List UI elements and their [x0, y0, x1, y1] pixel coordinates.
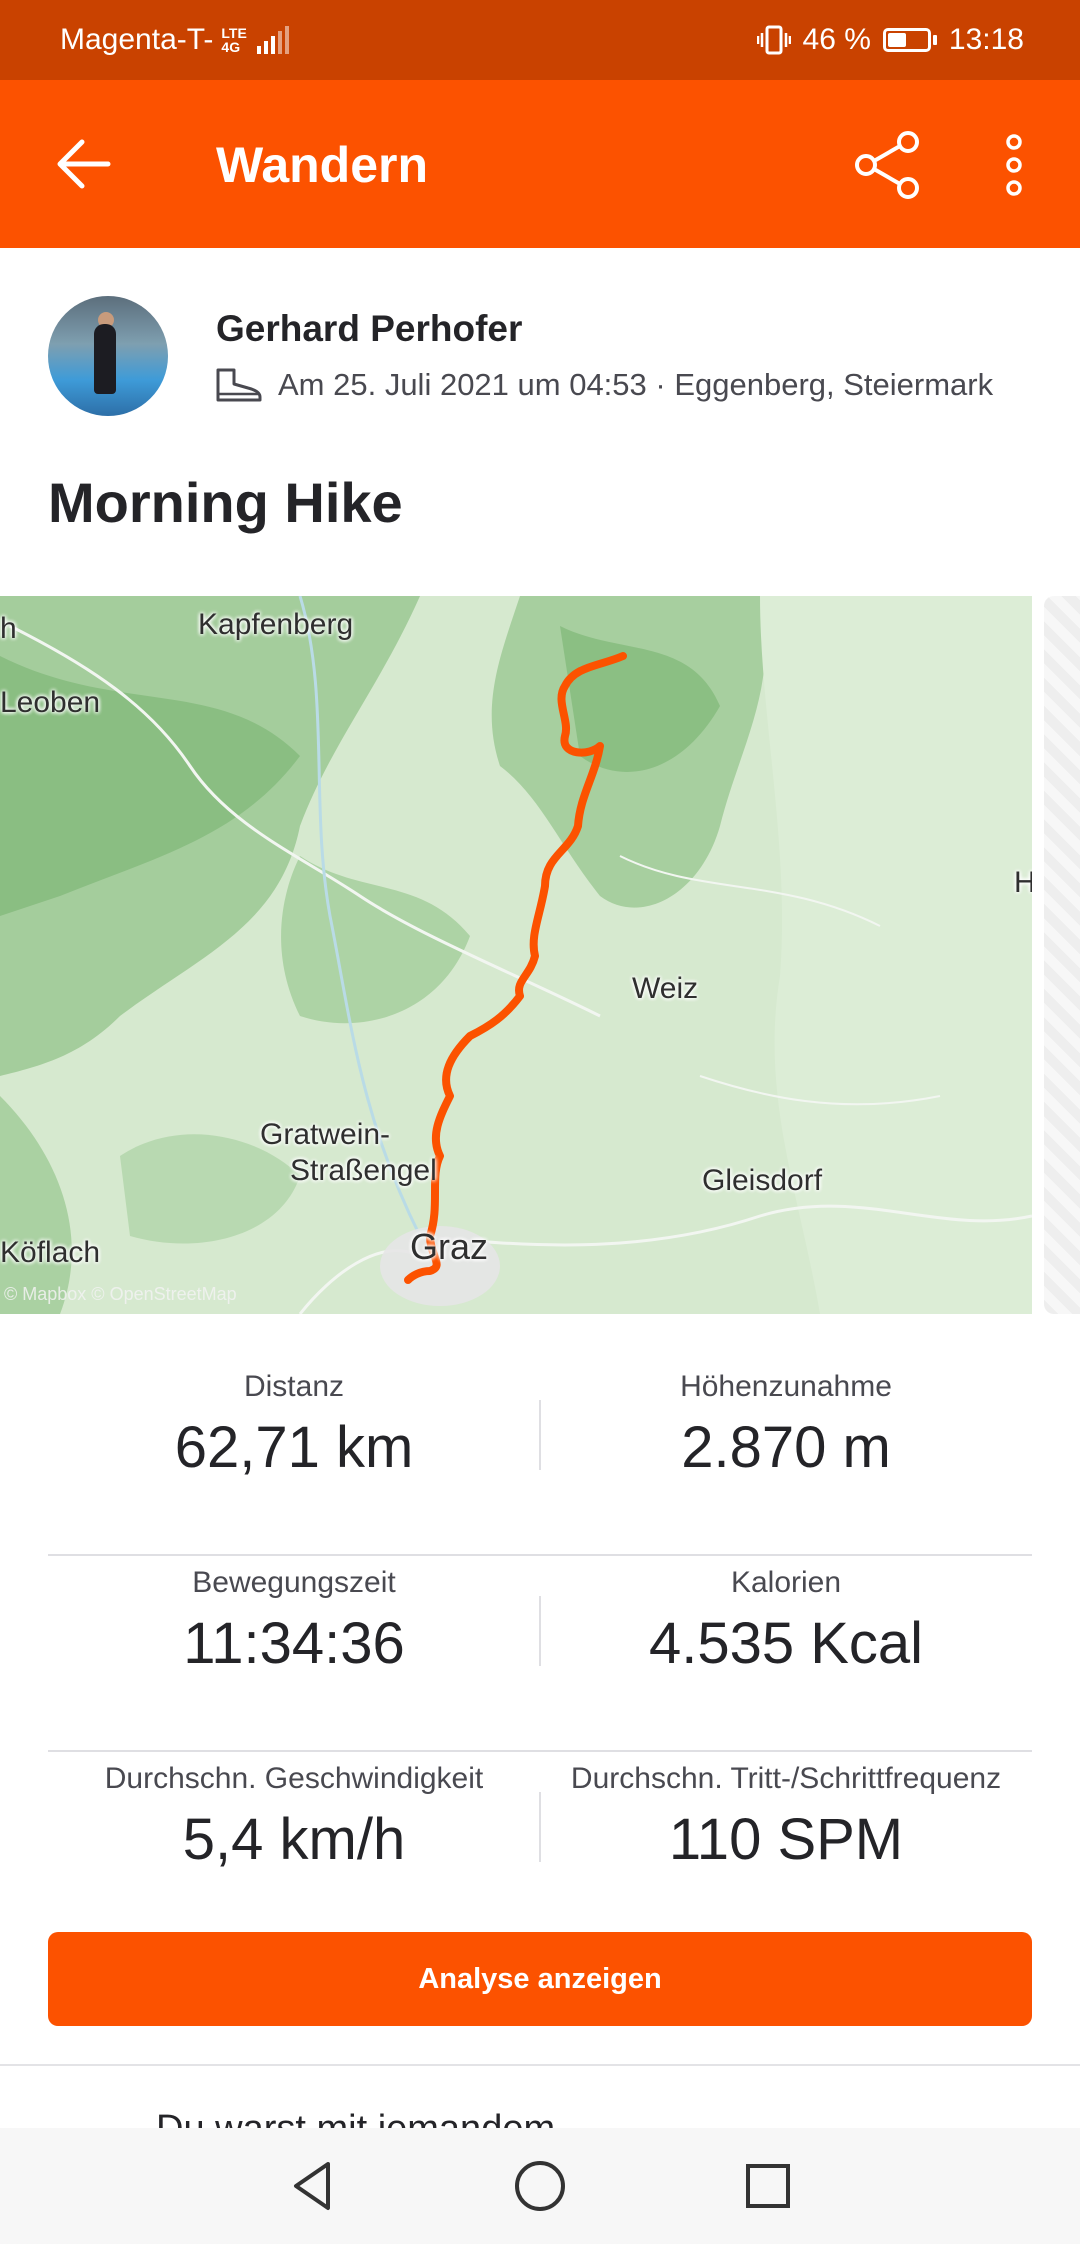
- map-label-koflach: Köflach: [0, 1236, 101, 1269]
- stat-elevation: Höhenzunahme 2.870 m: [540, 1360, 1032, 1481]
- map-label-gratwein-1: Gratwein-: [260, 1118, 391, 1151]
- stats-row: Durchschn. Geschwindigkeit 5,4 km/h Durc…: [48, 1752, 1032, 1946]
- map-label-leoben: Leoben: [0, 686, 101, 719]
- clock: 13:18: [948, 23, 1024, 56]
- battery-icon: [882, 28, 937, 52]
- back-triangle-icon[interactable]: [282, 2156, 342, 2216]
- system-nav-bar: [0, 2128, 1080, 2244]
- stats-row: Distanz 62,71 km Höhenzunahme 2.870 m: [48, 1360, 1032, 1556]
- avatar[interactable]: [48, 296, 168, 416]
- stat-label: Bewegungszeit: [192, 1566, 396, 1599]
- athlete-name[interactable]: Gerhard Perhofer: [216, 308, 522, 350]
- stat-value: 5,4 km/h: [182, 1807, 406, 1872]
- stat-avg-cadence: Durchschn. Tritt-/Schrittfrequenz 110 SP…: [540, 1752, 1032, 1873]
- stat-label: Durchschn. Tritt-/Schrittfrequenz: [570, 1762, 1002, 1795]
- page-title: Wandern: [216, 137, 429, 193]
- home-circle-icon[interactable]: [510, 2156, 570, 2216]
- status-bar: Magenta-T- LTE 4G 46 % 13:18: [0, 0, 1080, 80]
- stat-value: 62,71 km: [174, 1415, 414, 1480]
- map-label-gratwein-2: Straßengel: [290, 1154, 437, 1187]
- vibrate-icon: [756, 25, 791, 55]
- stat-label: Distanz: [243, 1370, 345, 1403]
- carrier-name: Magenta-T-: [60, 23, 214, 56]
- map-label-gleisdorf: Gleisdorf: [702, 1164, 823, 1197]
- activity-meta-text: Am 25. Juli 2021 um 04:53 · Eggenberg, S…: [278, 367, 994, 402]
- map-label-weiz: Weiz: [632, 972, 699, 1005]
- app-bar: Wandern: [0, 80, 1080, 248]
- route-map[interactable]: Kapfenberg Leoben h H Weiz Gratwein- Str…: [0, 596, 1032, 1314]
- stat-moving-time: Bewegungszeit 11:34:36: [48, 1556, 540, 1677]
- map-label-h-left: h: [0, 612, 17, 645]
- stats-grid: Distanz 62,71 km Höhenzunahme 2.870 m Be…: [48, 1360, 1032, 1946]
- analyse-button[interactable]: Analyse anzeigen: [48, 1932, 1032, 2026]
- hiking-boot-icon: [216, 368, 262, 402]
- battery-percent: 46 %: [802, 23, 871, 56]
- next-map-peek[interactable]: [1044, 596, 1080, 1314]
- stat-label: Durchschn. Geschwindigkeit: [104, 1762, 484, 1795]
- stat-distance: Distanz 62,71 km: [48, 1360, 540, 1481]
- share-icon[interactable]: [852, 130, 922, 200]
- activity-title: Morning Hike: [48, 471, 403, 534]
- status-right: 46 % 13:18: [756, 23, 1024, 57]
- stats-row: Bewegungszeit 11:34:36 Kalorien 4.535 Kc…: [48, 1556, 1032, 1752]
- map-label-graz: Graz: [410, 1226, 489, 1267]
- stat-value: 4.535 Kcal: [648, 1611, 924, 1676]
- network-type-top: LTE: [221, 25, 247, 41]
- network-type: LTE 4G: [221, 26, 246, 54]
- arrow-back-icon[interactable]: [56, 138, 112, 190]
- map-attribution[interactable]: © Mapbox © OpenStreetMap: [4, 1284, 237, 1305]
- stat-value: 11:34:36: [183, 1611, 405, 1676]
- stat-calories: Kalorien 4.535 Kcal: [540, 1556, 1032, 1677]
- activity-meta: Am 25. Juli 2021 um 04:53 · Eggenberg, S…: [214, 366, 993, 404]
- recents-square-icon[interactable]: [738, 2156, 798, 2216]
- stat-label: Kalorien: [730, 1566, 842, 1599]
- more-vert-icon[interactable]: [996, 130, 1032, 200]
- section-divider: [0, 2064, 1080, 2066]
- stat-value: 2.870 m: [681, 1415, 891, 1480]
- stat-label: Höhenzunahme: [680, 1370, 892, 1403]
- stat-avg-speed: Durchschn. Geschwindigkeit 5,4 km/h: [48, 1752, 540, 1873]
- athlete-header[interactable]: Gerhard Perhofer Am 25. Juli 2021 um 04:…: [48, 296, 1048, 420]
- map-label-h-right: H: [1014, 866, 1032, 899]
- stat-value: 110 SPM: [668, 1807, 904, 1872]
- signal-icon: [256, 26, 289, 54]
- map-terrain: [0, 596, 1032, 1314]
- map-label-kapfenberg: Kapfenberg: [198, 608, 354, 641]
- status-left: Magenta-T- LTE 4G: [60, 23, 289, 57]
- network-type-bottom: 4G: [221, 39, 241, 55]
